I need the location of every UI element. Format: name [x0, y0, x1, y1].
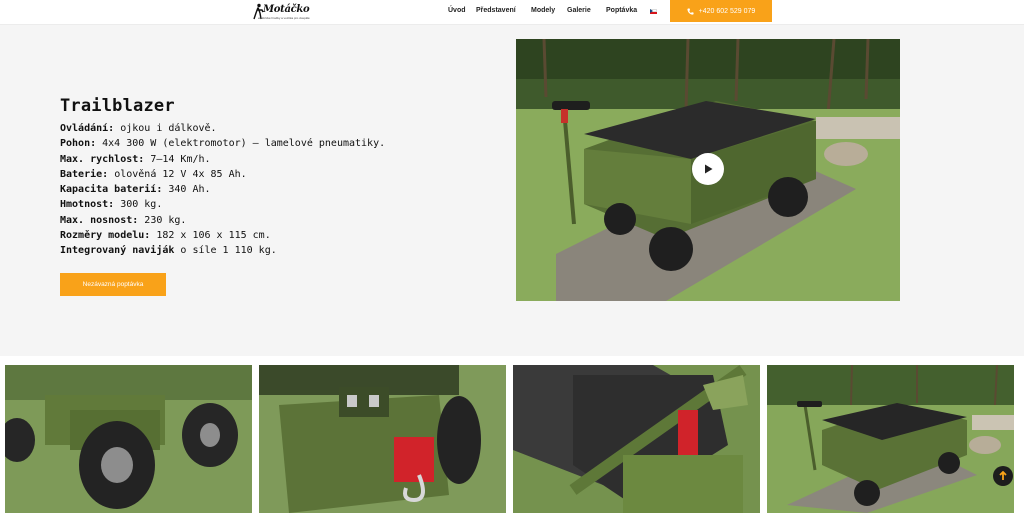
- nav-item-galerie[interactable]: Galerie: [567, 7, 591, 14]
- spec-list: Ovládání: ojkou i dálkově. Pohon: 4x4 30…: [60, 121, 385, 259]
- gallery-image-1[interactable]: [5, 365, 252, 513]
- model-title: Trailblazer: [60, 96, 175, 116]
- gallery-image-3[interactable]: [513, 365, 760, 513]
- winch-closeup-photo: [259, 365, 506, 513]
- vehicle-overview-photo: [767, 365, 1014, 513]
- gallery-image-4[interactable]: [767, 365, 1014, 513]
- inquiry-button[interactable]: Nezávazná poptávka: [60, 273, 166, 296]
- phone-button[interactable]: +420 602 529 079: [670, 0, 772, 22]
- arrow-up-icon: [999, 471, 1007, 480]
- wheel-closeup-photo: [5, 365, 252, 513]
- logo-tagline: elektrické hračky a vozítka pro dospělé: [258, 16, 310, 20]
- spec-navijak: Integrovaný naviják o síle 1 110 kg.: [60, 245, 277, 257]
- logo-text: Motáčko: [263, 4, 310, 15]
- site-header: Motáčko elektrické hračky a vozítka pro …: [0, 0, 1024, 25]
- model-hero: Trailblazer Ovládání: ojkou i dálkově. P…: [0, 25, 1024, 356]
- product-video[interactable]: [516, 39, 900, 301]
- site-logo[interactable]: Motáčko elektrické hračky a vozítka pro …: [252, 3, 310, 21]
- phone-number: +420 602 529 079: [698, 7, 756, 15]
- battery-tray-photo: [513, 365, 760, 513]
- nav-item-modely[interactable]: Modely: [531, 7, 555, 14]
- spec-baterie: Baterie: olověná 12 V 4x 85 Ah.: [60, 168, 247, 180]
- spec-ovladani: Ovládání: ojkou i dálkově.: [60, 123, 217, 134]
- play-button[interactable]: [692, 153, 724, 185]
- spec-kapacita: Kapacita baterií: 340 Ah.: [60, 184, 211, 196]
- czech-flag-icon[interactable]: [650, 9, 657, 14]
- nav-item-predstaveni[interactable]: Představení: [476, 7, 516, 14]
- spec-rozmery: Rozměry modelu: 182 x 106 x 115 cm.: [60, 230, 271, 242]
- spec-hmotnost: Hmotnost: 300 kg.: [60, 199, 163, 211]
- spec-max-rychlost: Max. rychlost: 7–14 Km/h.: [60, 153, 211, 165]
- gallery-image-2[interactable]: [259, 365, 506, 513]
- spec-nosnost: Max. nosnost: 230 kg.: [60, 214, 187, 226]
- play-icon: [705, 164, 713, 174]
- scroll-to-top-button[interactable]: [993, 466, 1013, 486]
- nav-item-poptavka[interactable]: Poptávka: [606, 7, 637, 14]
- image-gallery: [0, 357, 1024, 513]
- spec-pohon: Pohon: 4x4 300 W (elektromotor) – lamelo…: [60, 138, 386, 150]
- phone-icon: [687, 7, 694, 15]
- nav-item-uvod[interactable]: Úvod: [448, 7, 466, 14]
